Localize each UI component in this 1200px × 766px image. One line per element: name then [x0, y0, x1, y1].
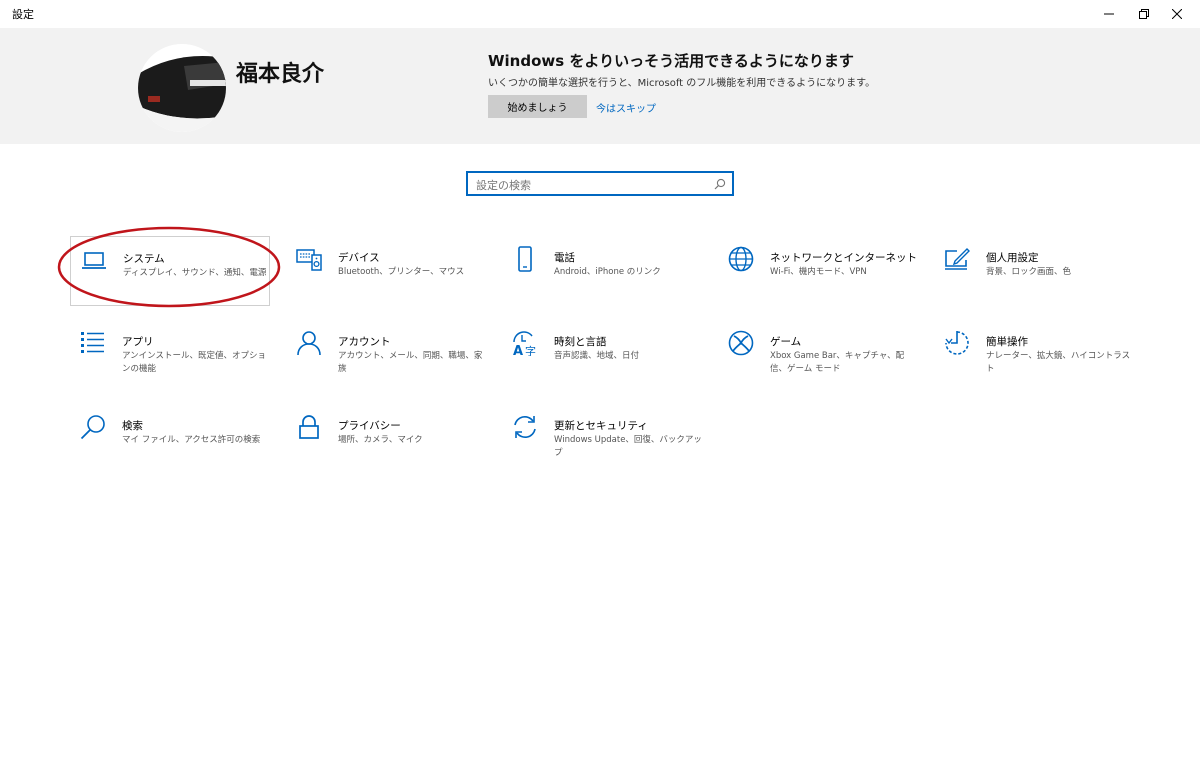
category-description: 場所、カメラ、マイク — [338, 435, 423, 445]
phone-icon — [512, 246, 538, 272]
svg-text:字: 字 — [525, 344, 536, 356]
category-title: ゲーム — [770, 336, 802, 348]
settings-search-box[interactable]: 設定の検索 — [466, 171, 734, 196]
svg-text:A: A — [513, 344, 523, 356]
promo-title: Windows をよりいっそう活用できるようになります — [488, 52, 854, 70]
category-description: アカウント、メール、同期、職場、家族 — [338, 351, 483, 374]
category-title: 電話 — [554, 252, 575, 264]
user-name: 福本良介 — [236, 62, 325, 87]
category-title: 検索 — [122, 420, 143, 432]
category-network[interactable]: ネットワークとインターネット Wi-Fi、機内モード、VPN — [718, 236, 918, 306]
category-gaming[interactable]: ゲーム Xbox Game Bar、キャプチャ、配信、ゲーム モード — [718, 320, 918, 390]
category-title: 時刻と言語 — [554, 336, 607, 348]
category-description: 背景、ロック画面、色 — [986, 267, 1072, 277]
category-time-language[interactable]: A字 時刻と言語 音声認識、地域、日付 — [502, 320, 702, 390]
personalize-icon — [944, 246, 970, 272]
category-title: アカウント — [338, 336, 391, 348]
category-description: マイ ファイル、アクセス許可の検索 — [122, 435, 261, 445]
account-banner: 福本良介 Windows をよりいっそう活用できるようになります いくつかの簡単… — [0, 28, 1200, 144]
category-description: Xbox Game Bar、キャプチャ、配信、ゲーム モード — [770, 351, 905, 374]
close-button[interactable] — [1154, 0, 1200, 28]
category-description: Android、iPhone のリンク — [554, 267, 661, 277]
globe-icon — [728, 246, 754, 272]
category-title: 個人用設定 — [986, 252, 1039, 264]
category-system[interactable]: システム ディスプレイ、サウンド、通知、電源 — [70, 236, 270, 306]
category-description: ナレーター、拡大鏡、ハイコントラスト — [986, 351, 1131, 374]
category-description: 音声認識、地域、日付 — [554, 351, 640, 361]
category-description: Windows Update、回復、バックアップ — [554, 435, 702, 458]
avatar[interactable] — [138, 44, 226, 132]
category-title: システム — [123, 253, 165, 265]
restore-icon — [1139, 9, 1149, 19]
promo-text: いくつかの簡単な選択を行うと、Microsoft のフル機能を利用できるようにな… — [488, 78, 876, 89]
skip-link[interactable]: 今はスキップ — [596, 100, 656, 115]
category-title: 簡単操作 — [986, 336, 1028, 348]
close-icon — [1172, 9, 1182, 19]
category-apps[interactable]: アプリ アンインストール、既定値、オプションの機能 — [70, 320, 270, 390]
update-icon — [512, 414, 538, 440]
category-devices[interactable]: デバイス Bluetooth、プリンター、マウス — [286, 236, 486, 306]
window-title: 設定 — [12, 8, 34, 21]
category-ease-of-access[interactable]: 簡単操作 ナレーター、拡大鏡、ハイコントラスト — [934, 320, 1134, 390]
category-personalization[interactable]: 個人用設定 背景、ロック画面、色 — [934, 236, 1134, 306]
category-title: プライバシー — [338, 420, 401, 432]
xbox-icon — [728, 330, 754, 356]
category-description: Bluetooth、プリンター、マウス — [338, 267, 465, 277]
laptop-icon — [81, 247, 107, 273]
category-title: デバイス — [338, 252, 380, 264]
lock-icon — [296, 414, 322, 440]
category-title: アプリ — [122, 336, 154, 348]
apps-list-icon — [80, 330, 106, 356]
search-icon — [80, 414, 106, 440]
category-title: ネットワークとインターネット — [770, 252, 917, 264]
category-description: ディスプレイ、サウンド、通知、電源 — [123, 268, 267, 278]
category-description: アンインストール、既定値、オプションの機能 — [122, 351, 266, 374]
category-search[interactable]: 検索 マイ ファイル、アクセス許可の検索 — [70, 404, 270, 474]
category-accounts[interactable]: アカウント アカウント、メール、同期、職場、家族 — [286, 320, 486, 390]
category-update-security[interactable]: 更新とセキュリティ Windows Update、回復、バックアップ — [502, 404, 702, 474]
search-icon — [714, 178, 726, 190]
category-title: 更新とセキュリティ — [554, 420, 648, 432]
get-started-button[interactable]: 始めましょう — [488, 95, 587, 118]
search-input[interactable]: 設定の検索 — [476, 177, 531, 193]
devices-icon — [296, 246, 322, 272]
ease-of-access-icon — [944, 330, 970, 356]
category-phone[interactable]: 電話 Android、iPhone のリンク — [502, 236, 702, 306]
category-privacy[interactable]: プライバシー 場所、カメラ、マイク — [286, 404, 486, 474]
person-icon — [296, 330, 322, 356]
time-language-icon: A字 — [512, 330, 538, 356]
minimize-icon — [1104, 13, 1114, 15]
category-description: Wi-Fi、機内モード、VPN — [770, 267, 867, 277]
title-bar: 設定 — [0, 0, 1200, 28]
